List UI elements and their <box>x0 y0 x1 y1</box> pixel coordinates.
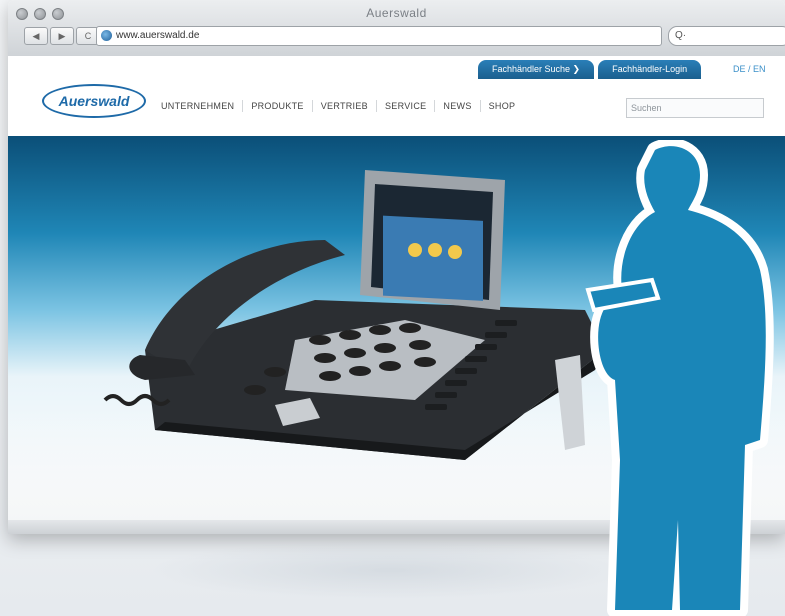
utility-tabs: Fachhändler Suche ❯ Fachhändler-Login <box>478 60 702 79</box>
reflection <box>150 540 630 600</box>
back-button[interactable]: ◀ <box>24 27 48 45</box>
navigation-buttons: ◀ ▶ C <box>24 27 100 45</box>
forward-button[interactable]: ▶ <box>50 27 74 45</box>
auerswald-logo[interactable]: Auerswald <box>42 84 146 118</box>
language-switch[interactable]: DE / EN <box>733 64 766 74</box>
main-navigation: UNTERNEHMEN PRODUKTE VERTRIEB SERVICE NE… <box>153 100 523 112</box>
nav-item-shop[interactable]: SHOP <box>481 100 524 112</box>
address-text: www.auerswald.de <box>116 30 200 41</box>
site-header: Fachhändler Suche ❯ Fachhändler-Login DE… <box>8 56 785 136</box>
window-title: Auerswald <box>366 6 427 20</box>
site-search-input[interactable]: Suchen <box>626 98 764 118</box>
tab-dealer-search[interactable]: Fachhändler Suche ❯ <box>478 60 595 79</box>
nav-item-unternehmen[interactable]: UNTERNEHMEN <box>153 100 244 112</box>
nav-item-vertrieb[interactable]: VERTRIEB <box>313 100 377 112</box>
tab-dealer-login[interactable]: Fachhändler-Login <box>598 60 702 79</box>
address-bar[interactable]: www.auerswald.de <box>96 26 662 46</box>
browser-search-field[interactable]: Q· <box>668 26 785 46</box>
nav-item-news[interactable]: NEWS <box>435 100 481 112</box>
globe-icon <box>101 29 112 41</box>
title-bar: Auerswald ◀ ▶ C www.auerswald.de Q· <box>8 0 785 57</box>
nav-item-produkte[interactable]: PRODUKTE <box>243 100 313 112</box>
desk-phone-image <box>103 170 605 460</box>
person-silhouette <box>585 140 774 616</box>
nav-item-service[interactable]: SERVICE <box>377 100 436 112</box>
